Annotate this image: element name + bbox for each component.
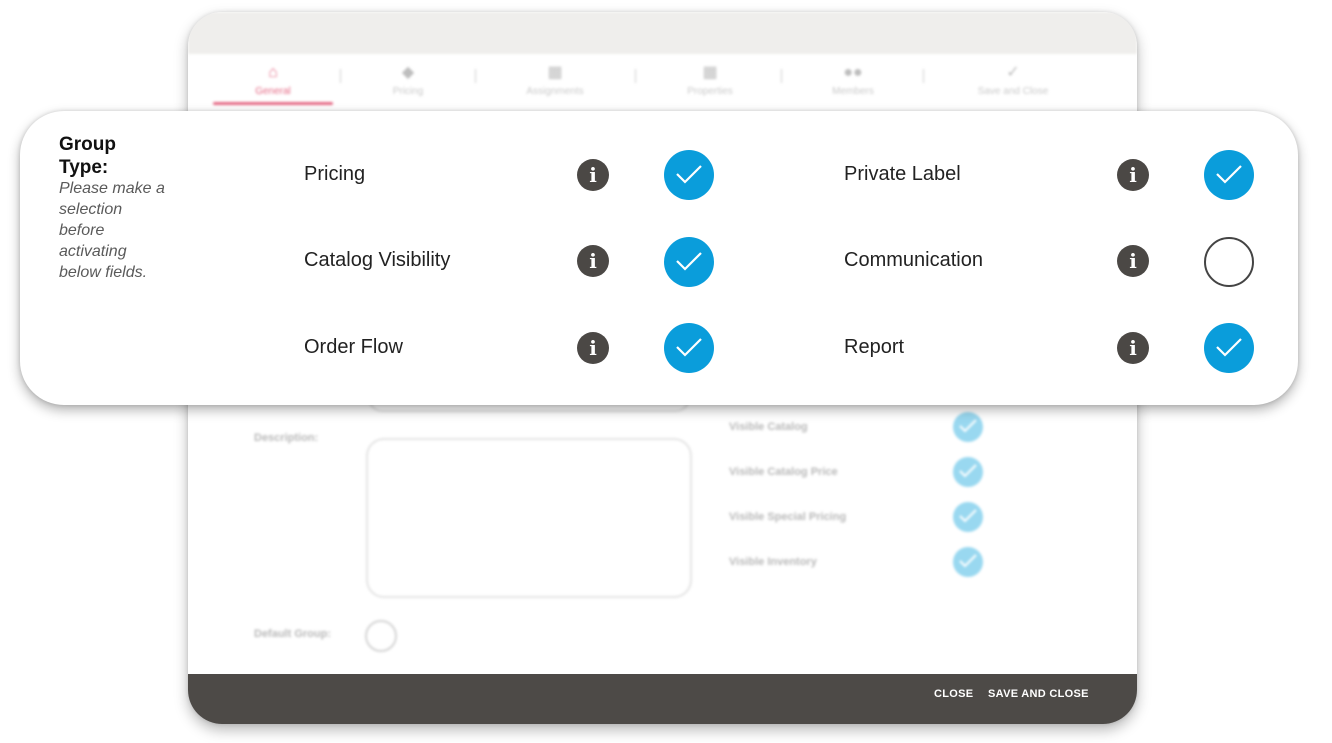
check-icon: ✓ bbox=[1006, 64, 1020, 81]
option-label-order-flow: Order Flow bbox=[304, 336, 403, 358]
group-type-title: Group Type: bbox=[59, 134, 116, 178]
tab-divider bbox=[475, 69, 476, 83]
dialog-header-bar bbox=[188, 12, 1137, 54]
group-type-note: Please make a selection before activatin… bbox=[59, 180, 165, 281]
tab-bar: ⌂ General ◆ Pricing ▦ Assignments ▦ Prop… bbox=[188, 54, 1137, 110]
checkmark-icon bbox=[676, 338, 702, 357]
visible-catalog-checkbox[interactable] bbox=[953, 412, 983, 442]
tab-label: General bbox=[255, 86, 291, 97]
checkmark-icon bbox=[959, 509, 977, 523]
home-icon: ⌂ bbox=[268, 64, 278, 81]
option-label-report: Report bbox=[844, 336, 905, 358]
option-label-catalog-visibility: Catalog Visibility bbox=[304, 249, 451, 271]
tab-label: Properties bbox=[687, 86, 733, 97]
checkmark-icon bbox=[959, 419, 977, 433]
default-group-checkbox[interactable] bbox=[365, 620, 397, 652]
tab-divider bbox=[923, 69, 924, 83]
private-label-checkbox[interactable] bbox=[1204, 150, 1254, 200]
order-flow-checkbox[interactable] bbox=[664, 323, 714, 373]
option-label-communication: Communication bbox=[844, 249, 983, 271]
building-icon: ▦ bbox=[547, 64, 563, 81]
visible-special-pricing-checkbox[interactable] bbox=[953, 502, 983, 532]
default-group-label: Default Group: bbox=[254, 628, 331, 640]
option-label-pricing: Pricing bbox=[304, 163, 366, 185]
tab-divider bbox=[781, 69, 782, 83]
pricing-checkbox[interactable] bbox=[664, 150, 714, 200]
checkmark-icon bbox=[959, 554, 977, 568]
visible-catalog-label: Visible Catalog bbox=[729, 421, 808, 433]
checkmark-icon bbox=[1216, 338, 1242, 357]
info-icon[interactable]: i bbox=[577, 159, 609, 191]
info-icon[interactable]: i bbox=[1117, 245, 1149, 277]
communication-checkbox[interactable] bbox=[1204, 237, 1254, 287]
visible-special-pricing-label: Visible Special Pricing bbox=[729, 511, 847, 523]
tab-general[interactable]: ⌂ General bbox=[208, 62, 338, 97]
tab-save-and-close[interactable]: ✓ Save and Close bbox=[948, 62, 1078, 97]
tab-label: Pricing bbox=[392, 86, 424, 97]
dialog-footer: CLOSE SAVE AND CLOSE bbox=[188, 674, 1137, 724]
visible-inventory-row: Visible Inventory bbox=[729, 547, 999, 581]
tab-label: Save and Close bbox=[977, 86, 1049, 97]
info-icon[interactable]: i bbox=[1117, 332, 1149, 364]
visible-special-pricing-row: Visible Special Pricing bbox=[729, 502, 999, 536]
active-tab-indicator bbox=[213, 102, 333, 105]
checkmark-icon bbox=[676, 165, 702, 184]
visible-catalog-price-checkbox[interactable] bbox=[953, 457, 983, 487]
save-and-close-button[interactable]: SAVE AND CLOSE bbox=[988, 688, 1089, 700]
visible-catalog-row: Visible Catalog bbox=[729, 412, 999, 446]
info-icon[interactable]: i bbox=[577, 245, 609, 277]
tag-icon: ◆ bbox=[401, 64, 415, 81]
description-label: Description: bbox=[254, 432, 319, 444]
visible-catalog-price-label: Visible Catalog Price bbox=[729, 466, 838, 478]
visible-inventory-label: Visible Inventory bbox=[729, 556, 817, 568]
tab-label: Assignments bbox=[526, 86, 584, 97]
tab-assignments[interactable]: ▦ Assignments bbox=[490, 62, 620, 97]
users-icon: ●● bbox=[843, 64, 863, 81]
tab-properties[interactable]: ▦ Properties bbox=[645, 62, 775, 97]
catalog-visibility-checkbox[interactable] bbox=[664, 237, 714, 287]
description-textarea[interactable] bbox=[366, 438, 692, 598]
close-button[interactable]: CLOSE bbox=[934, 688, 973, 700]
grid-icon: ▦ bbox=[702, 64, 718, 81]
tab-divider bbox=[635, 69, 636, 83]
checkmark-icon bbox=[1216, 165, 1242, 184]
tab-members[interactable]: ●● Members bbox=[788, 62, 918, 97]
checkmark-icon bbox=[959, 464, 977, 478]
tab-divider bbox=[340, 69, 341, 83]
visible-inventory-checkbox[interactable] bbox=[953, 547, 983, 577]
visible-catalog-price-row: Visible Catalog Price bbox=[729, 457, 999, 491]
tab-label: Members bbox=[832, 86, 874, 97]
info-icon[interactable]: i bbox=[1117, 159, 1149, 191]
tab-pricing[interactable]: ◆ Pricing bbox=[343, 62, 473, 97]
info-icon[interactable]: i bbox=[577, 332, 609, 364]
option-label-private-label: Private Label bbox=[844, 163, 961, 185]
group-type-panel: Group Type: Please make a selection befo… bbox=[20, 111, 1298, 405]
report-checkbox[interactable] bbox=[1204, 323, 1254, 373]
checkmark-icon bbox=[676, 252, 702, 271]
